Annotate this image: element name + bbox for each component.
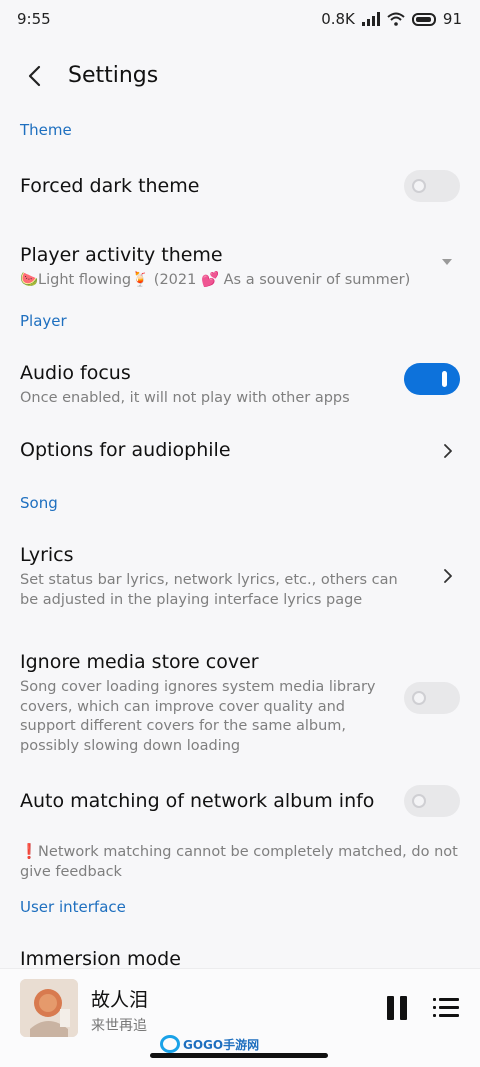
watermark: GOGO手游网 xyxy=(160,1035,259,1053)
player-theme-value: 🍉Light flowing🍹 (2021 💕 As a souvenir of… xyxy=(20,272,411,288)
section-player: Player xyxy=(20,312,67,330)
audio-focus-title: Audio focus xyxy=(20,362,131,384)
dropdown-triangle-icon[interactable] xyxy=(442,259,452,265)
section-user-interface: User interface xyxy=(20,898,126,916)
network-speed: 0.8K xyxy=(321,10,355,28)
lyrics-title: Lyrics xyxy=(20,544,74,566)
playlist-icon[interactable] xyxy=(433,997,459,1019)
status-time: 9:55 xyxy=(17,10,51,28)
auto-match-title: Auto matching of network album info xyxy=(20,790,375,812)
battery-level: 91 xyxy=(442,10,462,28)
status-bar: 9:55 0.8K 91 xyxy=(0,0,480,40)
wifi-icon xyxy=(387,12,405,26)
back-arrow-icon[interactable] xyxy=(22,62,50,90)
song-title: 故人泪 xyxy=(91,989,149,1011)
mini-player[interactable]: 故人泪 来世再追 GOGO手游网 xyxy=(0,968,480,1067)
chevron-right-icon xyxy=(444,444,452,458)
lyrics-subtitle: Set status bar lyrics, network lyrics, e… xyxy=(20,572,398,608)
watermark-text: GOGO手游网 xyxy=(183,1037,260,1052)
ignore-cover-title: Ignore media store cover xyxy=(20,651,259,673)
section-song: Song xyxy=(20,494,58,512)
status-icons: 0.8K 91 xyxy=(321,10,462,28)
ignore-cover-toggle[interactable] xyxy=(404,682,460,714)
player-theme-title: Player activity theme xyxy=(20,244,223,266)
page-title: Settings xyxy=(68,63,159,88)
audio-focus-subtitle: Once enabled, it will not play with othe… xyxy=(20,390,350,406)
audio-focus-toggle[interactable] xyxy=(404,363,460,395)
network-note: ❗Network matching cannot be completely m… xyxy=(20,844,458,880)
ignore-cover-subtitle: Song cover loading ignores system media … xyxy=(20,679,376,754)
battery-icon xyxy=(411,12,436,26)
audiophile-title: Options for audiophile xyxy=(20,439,231,461)
settings-header: Settings xyxy=(0,50,480,104)
song-artist: 来世再追 xyxy=(91,1018,147,1034)
pause-icon[interactable] xyxy=(386,996,408,1020)
signal-icon xyxy=(361,12,380,26)
chevron-right-icon xyxy=(444,569,452,583)
immersion-title: Immersion mode xyxy=(20,948,181,970)
gesture-bar[interactable] xyxy=(150,1053,328,1058)
watermark-logo-icon xyxy=(160,1035,180,1053)
forced-dark-title: Forced dark theme xyxy=(20,175,200,197)
forced-dark-toggle[interactable] xyxy=(404,170,460,202)
section-theme: Theme xyxy=(20,121,72,139)
auto-match-toggle[interactable] xyxy=(404,785,460,817)
album-cover[interactable] xyxy=(20,979,78,1037)
